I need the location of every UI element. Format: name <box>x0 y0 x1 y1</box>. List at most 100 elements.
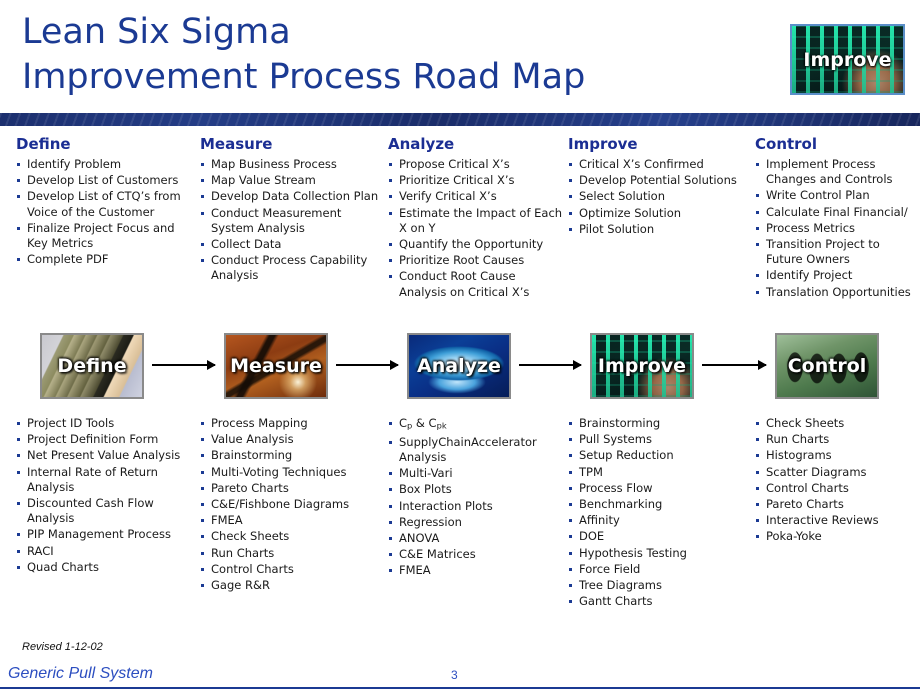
flow-node-label: Measure <box>230 355 322 377</box>
header-thumbnail-label: Improve <box>803 48 892 71</box>
list-item: Poka-Yoke <box>755 529 920 544</box>
list-item: Multi-Vari <box>388 466 568 481</box>
list-item: Scatter Diagrams <box>755 465 920 480</box>
list-item: Develop List of Customers <box>16 173 196 188</box>
list-item: Pareto Charts <box>755 497 920 512</box>
list-item: Transition Project to Future Owners <box>755 237 920 267</box>
list-item: Identify Project <box>755 268 920 283</box>
list-item: Check Sheets <box>200 529 380 544</box>
list-item: Conduct Root Cause Analysis on Critical … <box>388 269 566 299</box>
flow-arrow-icon <box>152 360 216 370</box>
task-list-define: Identify Problem Develop List of Custome… <box>16 157 196 267</box>
task-list-measure: Map Business Process Map Value Stream De… <box>200 157 380 284</box>
tool-list: Project ID Tools Project Definition Form… <box>16 416 196 575</box>
list-item: RACI <box>16 544 196 559</box>
list-item: Project Definition Form <box>16 432 196 447</box>
list-item: Prioritize Critical X’s <box>388 173 566 188</box>
tool-list-control: Check Sheets Run Charts Histograms Scatt… <box>755 416 920 546</box>
list-item: Check Sheets <box>755 416 920 431</box>
tool-list: Brainstorming Pull Systems Setup Reducti… <box>568 416 746 609</box>
list-item: Optimize Solution <box>568 206 744 221</box>
revised-date: Revised 1-12-02 <box>22 641 103 653</box>
tool-list-measure: Process Mapping Value Analysis Brainstor… <box>200 416 380 594</box>
list-item: Affinity <box>568 513 746 528</box>
list-item: Control Charts <box>755 481 920 496</box>
flow-node-label: Improve <box>597 355 687 377</box>
column-header-control: Control <box>755 135 818 153</box>
list-item: Run Charts <box>200 546 380 561</box>
list-item: Verify Critical X’s <box>388 189 566 204</box>
flow-node-measure: Measure <box>224 333 328 399</box>
list-item: Force Field <box>568 562 746 577</box>
flow-node-label: Analyze <box>417 355 501 377</box>
list-item: DOE <box>568 529 746 544</box>
list-item: Write Control Plan <box>755 188 920 203</box>
list-item: Estimate the Impact of Each X on Y <box>388 206 566 236</box>
list-item: Process Metrics <box>755 221 920 236</box>
list-item: Brainstorming <box>568 416 746 431</box>
list-item: Discounted Cash Flow Analysis <box>16 496 196 526</box>
list-item: Regression <box>388 515 568 530</box>
column-header-analyze: Analyze <box>388 135 455 153</box>
list-item: Hypothesis Testing <box>568 546 746 561</box>
flow-node-control: Control <box>775 333 879 399</box>
column-analyze: Analyze Propose Critical X’s Prioritize … <box>388 136 566 301</box>
list-item: Complete PDF <box>16 252 196 267</box>
list-item: Pull Systems <box>568 432 746 447</box>
task-list-control: Implement Process Changes and Controls W… <box>755 157 920 300</box>
list-item: Quad Charts <box>16 560 196 575</box>
list-item: Process Flow <box>568 481 746 496</box>
list-item: Quantify the Opportunity <box>388 237 566 252</box>
slide-header: Lean Six Sigma Improvement Process Road … <box>0 0 920 113</box>
list-item: C&E Matrices <box>388 547 568 562</box>
column-control: Control Implement Process Changes and Co… <box>755 136 920 301</box>
list-item: Project ID Tools <box>16 416 196 431</box>
tool-list: Process Mapping Value Analysis Brainstor… <box>200 416 380 593</box>
list-item: Run Charts <box>755 432 920 447</box>
list-item: Benchmarking <box>568 497 746 512</box>
list-item: Map Value Stream <box>200 173 380 188</box>
list-item: FMEA <box>200 513 380 528</box>
flow-node-define: Define <box>40 333 144 399</box>
list-item: Control Charts <box>200 562 380 577</box>
list-item: C&E/Fishbone Diagrams <box>200 497 380 512</box>
list-item: Gage R&R <box>200 578 380 593</box>
list-item: Setup Reduction <box>568 448 746 463</box>
process-flow-diagram: Define Measure Analyze Improve Control <box>0 333 920 403</box>
column-measure: Measure Map Business Process Map Value S… <box>200 136 380 285</box>
list-item: Gantt Charts <box>568 594 746 609</box>
header-divider-bar <box>0 113 920 126</box>
list-item: Implement Process Changes and Controls <box>755 157 920 187</box>
list-item: Multi-Voting Techniques <box>200 465 380 480</box>
column-header-define: Define <box>16 135 71 153</box>
tool-list: Check Sheets Run Charts Histograms Scatt… <box>755 416 920 545</box>
list-item: PIP Management Process <box>16 527 196 542</box>
list-item: Interaction Plots <box>388 499 568 514</box>
list-item: Internal Rate of Return Analysis <box>16 465 196 495</box>
list-item: SupplyChainAccelerator Analysis <box>388 435 568 465</box>
list-item: Cp & Cpk <box>388 416 568 434</box>
list-item: Develop Potential Solutions <box>568 173 744 188</box>
page-title: Lean Six Sigma Improvement Process Road … <box>22 10 585 100</box>
list-item: Net Present Value Analysis <box>16 448 196 463</box>
page-number: 3 <box>451 668 458 682</box>
header-improve-thumbnail: Improve <box>790 24 905 95</box>
list-item: Brainstorming <box>200 448 380 463</box>
list-item: Value Analysis <box>200 432 380 447</box>
list-item: Identify Problem <box>16 157 196 172</box>
list-item: Collect Data <box>200 237 380 252</box>
task-list-analyze: Propose Critical X’s Prioritize Critical… <box>388 157 566 300</box>
tool-list-improve: Brainstorming Pull Systems Setup Reducti… <box>568 416 746 610</box>
list-item: Translation Opportunities <box>755 285 920 300</box>
list-item: Propose Critical X’s <box>388 157 566 172</box>
list-item: TPM <box>568 465 746 480</box>
list-item: Select Solution <box>568 189 744 204</box>
flow-node-label: Control <box>787 355 867 377</box>
list-item: Develop Data Collection Plan <box>200 189 380 204</box>
flow-node-label: Define <box>57 355 127 377</box>
flow-arrow-icon <box>702 360 767 370</box>
title-line-1: Lean Six Sigma <box>22 12 291 52</box>
column-header-improve: Improve <box>568 135 638 153</box>
list-item: Box Plots <box>388 482 568 497</box>
list-item: Critical X’s Confirmed <box>568 157 744 172</box>
